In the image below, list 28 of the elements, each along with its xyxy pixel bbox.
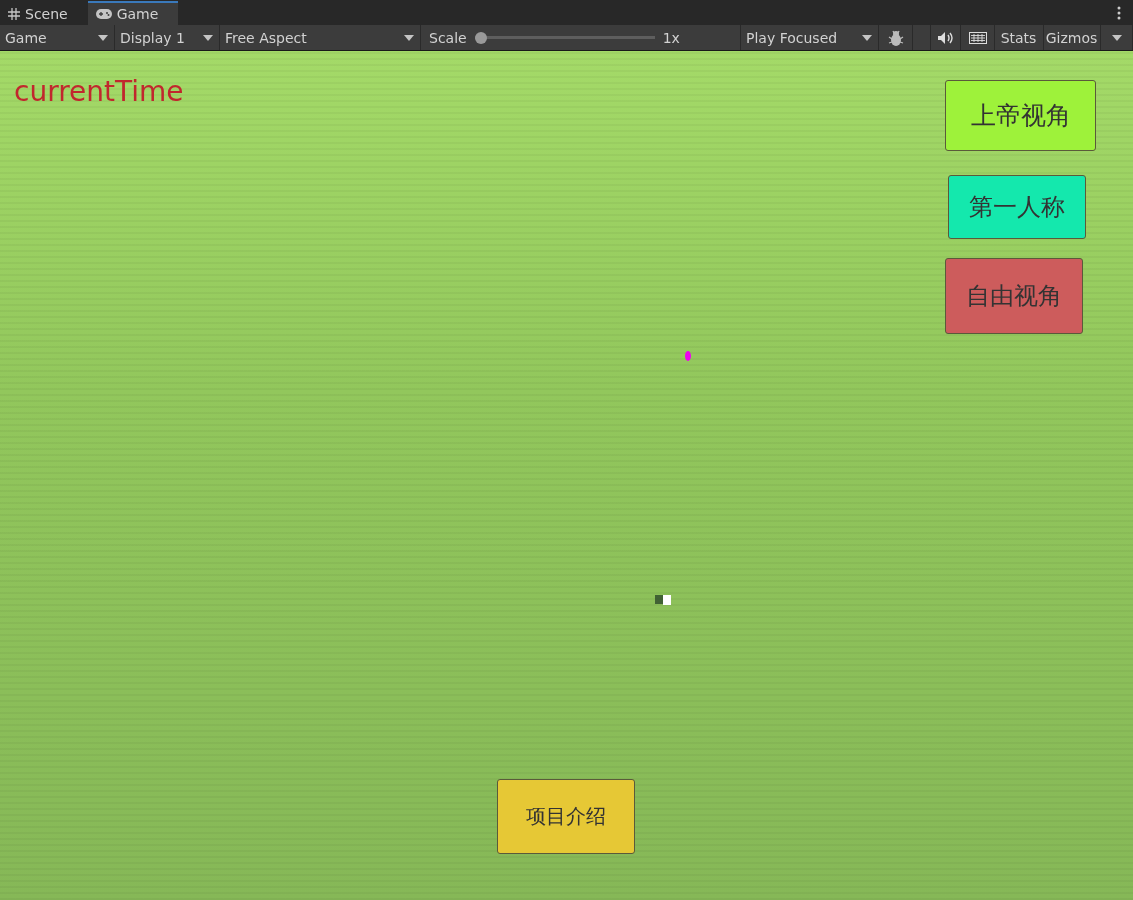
game-button[interactable]: 第一人称 bbox=[948, 175, 1086, 239]
more-options-icon[interactable] bbox=[1117, 6, 1121, 20]
keyboard-icon[interactable] bbox=[968, 31, 987, 44]
bug-icon[interactable] bbox=[886, 28, 905, 47]
gizmos-button[interactable]: Gizmos bbox=[1044, 25, 1101, 50]
current-time-label: currentTime bbox=[14, 75, 184, 108]
gamepad-icon bbox=[95, 9, 112, 19]
scale-label: Scale bbox=[429, 29, 467, 46]
dropdown-caret-icon bbox=[98, 34, 108, 41]
scale-reading: 1x bbox=[662, 29, 680, 46]
game-button[interactable]: 项目介绍 bbox=[497, 779, 635, 854]
dropdown-caret-icon bbox=[862, 34, 872, 41]
dropdown-caret-icon bbox=[203, 34, 213, 41]
view-tab[interactable]: Scene bbox=[0, 1, 88, 25]
game-button[interactable]: 上帝视角 bbox=[945, 80, 1096, 151]
dropdown[interactable]: Game bbox=[0, 25, 115, 50]
view-tab[interactable]: Game bbox=[87, 1, 179, 25]
dropdown-caret-icon bbox=[404, 34, 414, 41]
play-mode-dropdown[interactable]: Play Focused bbox=[741, 25, 879, 50]
speaker-icon[interactable] bbox=[937, 31, 954, 44]
stats-button[interactable]: Stats bbox=[995, 25, 1044, 50]
grid-icon bbox=[8, 8, 20, 20]
dropdown[interactable]: Display 1 bbox=[115, 25, 220, 50]
dropdown-caret-icon bbox=[1111, 34, 1122, 41]
slider-thumb[interactable] bbox=[474, 31, 487, 44]
sphere-object bbox=[685, 351, 691, 361]
cube-object-icon bbox=[655, 594, 673, 606]
dropdown[interactable]: Free Aspect bbox=[220, 25, 421, 50]
